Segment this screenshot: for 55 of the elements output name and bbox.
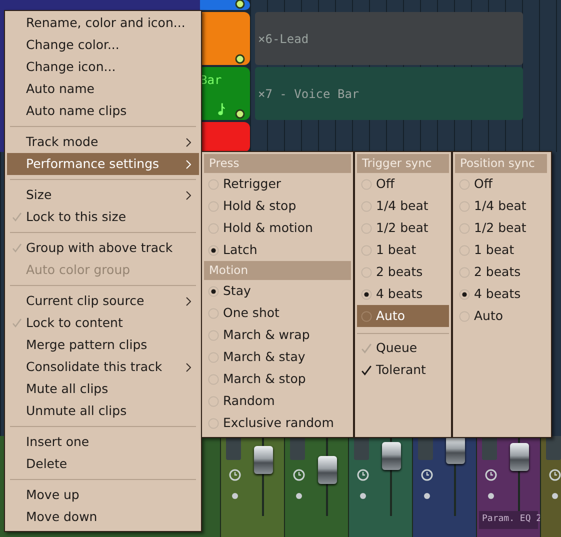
radio-option[interactable]: 1/2 beat	[357, 217, 449, 239]
radio-option[interactable]: 1/4 beat	[455, 195, 547, 217]
radio-option[interactable]: March & wrap	[204, 324, 351, 346]
radio-option[interactable]: March & stop	[204, 368, 351, 390]
radio-option[interactable]: 2 beats	[455, 261, 547, 283]
radio-option[interactable]: 1 beat	[357, 239, 449, 261]
check-option[interactable]: Tolerant	[357, 359, 449, 381]
radio-option[interactable]: Auto	[357, 305, 449, 327]
menu-item[interactable]: Size	[7, 184, 199, 206]
menu-item[interactable]: Consolidate this track	[7, 356, 199, 378]
menu-item[interactable]: Unmute all clips	[7, 400, 199, 422]
radio-option[interactable]: One shot	[204, 302, 351, 324]
menu-item[interactable]: Move down	[7, 506, 199, 528]
section-header: Motion	[204, 261, 351, 280]
pattern-clip[interactable]: ×6-Lead	[255, 12, 523, 65]
radio-option[interactable]: March & stay	[204, 346, 351, 368]
menu-item[interactable]: Change icon...	[7, 56, 199, 78]
radio-option[interactable]: Stay	[204, 280, 351, 302]
clip-label: ×7 - Voice Bar	[258, 86, 360, 102]
menu-item[interactable]: Auto name	[7, 78, 199, 100]
clip-label: ×6-Lead	[258, 30, 309, 48]
menu-item[interactable]: Current clip source	[7, 290, 199, 312]
menu-item[interactable]: Rename, color and icon...	[7, 12, 199, 34]
radio-option[interactable]: 4 beats	[455, 283, 547, 305]
menu-item[interactable]: Track mode	[7, 131, 199, 153]
menu-item[interactable]: Performance settings	[7, 153, 199, 175]
section-header: Position sync	[455, 154, 547, 173]
menu-item[interactable]: Insert one	[7, 431, 199, 453]
section-header: Press	[204, 154, 351, 173]
menu-item[interactable]: Merge pattern clips	[7, 334, 199, 356]
check-option[interactable]: Queue	[357, 337, 449, 359]
radio-option[interactable]: Random	[204, 390, 351, 412]
radio-option[interactable]: 1/4 beat	[357, 195, 449, 217]
menu-item[interactable]: Delete	[7, 453, 199, 475]
radio-option[interactable]: 4 beats	[357, 283, 449, 305]
radio-option[interactable]: Auto	[455, 305, 547, 327]
radio-option[interactable]: Hold & stop	[204, 195, 351, 217]
radio-option[interactable]: Retrigger	[204, 173, 351, 195]
radio-option[interactable]: Off	[357, 173, 449, 195]
radio-option[interactable]: Off	[455, 173, 547, 195]
menu-item[interactable]: Change color...	[7, 34, 199, 56]
radio-option[interactable]: Exclusive random	[204, 412, 351, 434]
radio-option[interactable]: 1/2 beat	[455, 217, 547, 239]
menu-item[interactable]: Auto name clips	[7, 100, 199, 122]
radio-option[interactable]: 2 beats	[357, 261, 449, 283]
menu-item[interactable]: Move up	[7, 484, 199, 506]
radio-option[interactable]: 1 beat	[455, 239, 547, 261]
radio-option[interactable]: Hold & motion	[204, 217, 351, 239]
menu-item[interactable]: Mute all clips	[7, 378, 199, 400]
menu-item[interactable]: Group with above track	[7, 237, 199, 259]
menu-item[interactable]: Lock to this size	[7, 206, 199, 228]
pattern-clip[interactable]: ×7 - Voice Bar	[255, 67, 523, 120]
menu-item[interactable]: Lock to content	[7, 312, 199, 334]
section-header: Trigger sync	[357, 154, 449, 173]
radio-option[interactable]: Latch	[204, 239, 351, 261]
